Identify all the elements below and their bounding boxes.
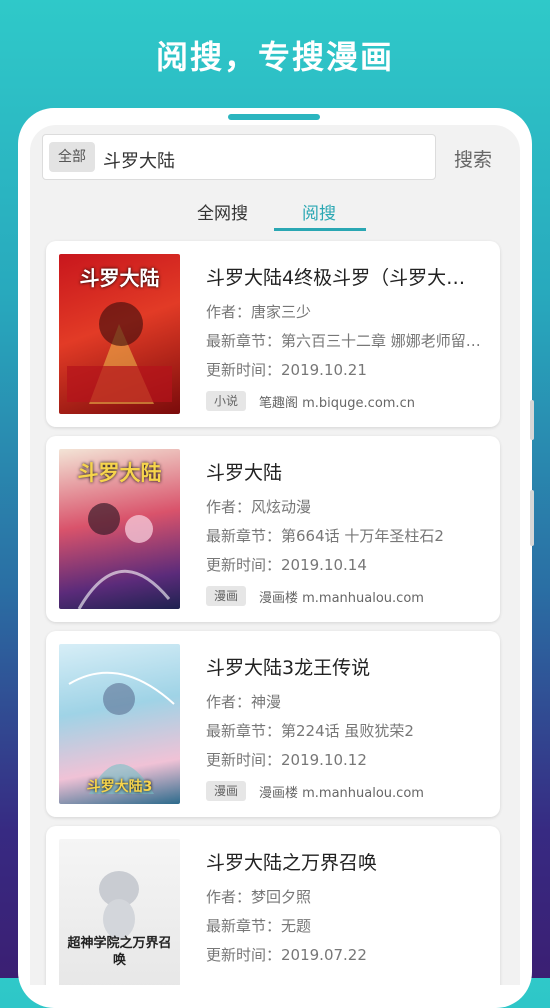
cover-title: 斗罗大陆3 (86, 779, 153, 795)
result-card[interactable]: 超神学院之万界召唤 斗罗大陆之万界召唤 作者：梦回夕照 最新章节：无题 更新时间… (46, 826, 500, 985)
book-type-badge: 漫画 (206, 586, 246, 606)
book-latest-chapter: 最新章节：第664话 十万年圣柱石2 (206, 527, 444, 545)
book-type-badge: 漫画 (206, 781, 246, 801)
tab-web-search[interactable]: 全网搜 (197, 199, 248, 224)
book-updated: 更新时间：2019.07.22 (206, 946, 367, 964)
book-latest-chapter: 最新章节：无题 (206, 917, 312, 935)
tab-yue-search[interactable]: 阅搜 (302, 199, 336, 224)
cover-title: 斗罗大陆 (77, 461, 162, 485)
search-bar[interactable]: 全部 斗罗大陆 (42, 134, 436, 180)
phone-side-button (530, 400, 534, 440)
cover-title: 斗罗大陆 (79, 266, 160, 290)
promo-headline: 阅搜，专搜漫画 (155, 38, 394, 76)
book-author: 作者：风炫动漫 (206, 498, 312, 516)
result-card[interactable]: 斗罗大陆 斗罗大陆4终极斗罗（斗罗大… 作者：唐家三少 最新章节：第六百三十二章… (46, 241, 500, 427)
book-latest-chapter: 最新章节：第224话 虽败犹荣2 (206, 722, 414, 740)
book-source: 笔趣阁 m.biquge.com.cn (259, 396, 415, 411)
active-tab-indicator (274, 228, 366, 231)
book-latest-chapter: 最新章节：第六百三十二章 娜娜老师留… (206, 332, 481, 350)
book-updated: 更新时间：2019.10.14 (206, 556, 367, 574)
book-cover[interactable]: 斗罗大陆 (59, 449, 180, 609)
book-cover[interactable]: 斗罗大陆 (59, 254, 180, 414)
search-tabs: 全网搜 阅搜 (30, 197, 520, 233)
result-card[interactable]: 斗罗大陆3 斗罗大陆3龙王传说 作者：神漫 最新章节：第224话 虽败犹荣2 更… (46, 631, 500, 817)
search-scope-chip[interactable]: 全部 (49, 142, 95, 172)
book-cover[interactable]: 斗罗大陆3 (59, 644, 180, 804)
book-source: 漫画楼 m.manhualou.com (259, 591, 424, 606)
book-author: 作者：梦回夕照 (206, 888, 312, 906)
book-title: 斗罗大陆4终极斗罗（斗罗大… (206, 267, 466, 289)
book-author: 作者：唐家三少 (206, 303, 312, 321)
book-title: 斗罗大陆3龙王传说 (206, 657, 371, 679)
search-button[interactable]: 搜索 (454, 145, 492, 172)
app-screen: 全部 斗罗大陆 搜索 全网搜 阅搜 斗罗大陆 斗罗大陆4终极斗罗（斗罗大… 作者… (30, 125, 520, 985)
phone-speaker (228, 114, 320, 120)
book-author: 作者：神漫 (206, 693, 282, 711)
cover-title: 超神学院之万界召唤 (67, 936, 172, 968)
result-card[interactable]: 斗罗大陆 斗罗大陆 作者：风炫动漫 最新章节：第664话 十万年圣柱石2 更新时… (46, 436, 500, 622)
book-title: 斗罗大陆之万界召唤 (206, 852, 378, 874)
book-updated: 更新时间：2019.10.21 (206, 361, 367, 379)
phone-side-button (530, 490, 534, 546)
book-cover[interactable]: 超神学院之万界召唤 (59, 839, 180, 985)
book-source: 漫画楼 m.manhualou.com (259, 786, 424, 801)
search-input[interactable]: 斗罗大陆 (103, 147, 175, 173)
book-type-badge: 小说 (206, 391, 246, 411)
book-updated: 更新时间：2019.10.12 (206, 751, 367, 769)
book-title: 斗罗大陆 (206, 462, 283, 484)
